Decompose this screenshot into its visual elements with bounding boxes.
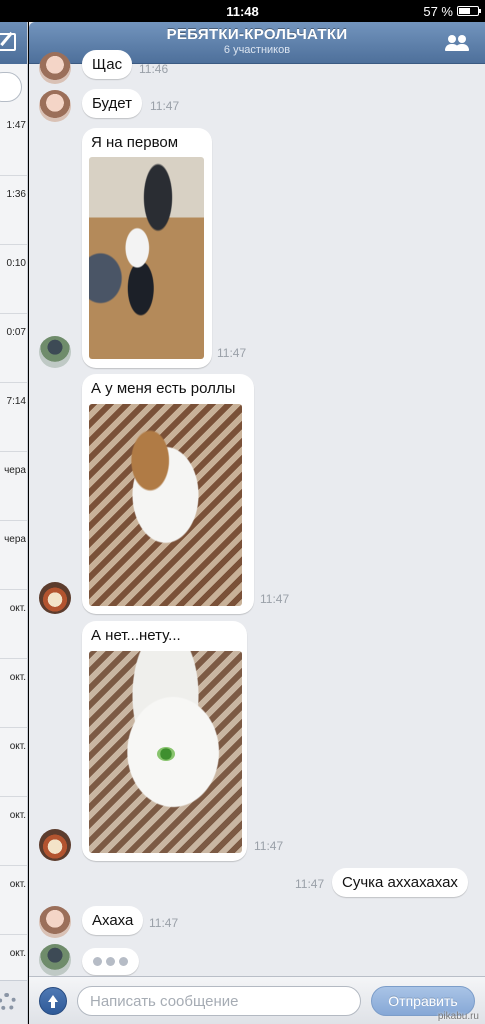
message-text: А у меня есть роллы bbox=[91, 380, 236, 397]
message-photo[interactable] bbox=[89, 404, 242, 606]
message-text: Щас bbox=[92, 56, 123, 73]
members-icon[interactable] bbox=[445, 34, 469, 52]
dialog-item[interactable]: окт. bbox=[0, 798, 27, 866]
dialog-item-time: 1:47 bbox=[6, 120, 26, 131]
dialog-item[interactable]: 1:36 bbox=[0, 177, 27, 245]
gear-icon[interactable] bbox=[0, 993, 16, 1011]
status-bar: 11:48 57 % bbox=[0, 0, 485, 22]
message-list: Щас 11:46 Будет 11:47 Я на первом 11:47 … bbox=[29, 50, 485, 976]
avatar[interactable] bbox=[39, 906, 71, 938]
dialogs-sidebar: 1:47 1:36 0:10 0:07 7:14 чера чера окт. … bbox=[0, 22, 28, 1024]
battery-icon bbox=[457, 6, 481, 16]
status-time: 11:48 bbox=[226, 4, 259, 19]
dialog-item[interactable]: 0:07 bbox=[0, 315, 27, 383]
dialog-item-time: окт. bbox=[9, 810, 26, 821]
message-time: 11:47 bbox=[217, 346, 247, 360]
message-bubble: Ахаха bbox=[82, 906, 144, 935]
avatar[interactable] bbox=[39, 336, 71, 368]
watermark: pikabu.ru bbox=[437, 1011, 479, 1022]
message-bubble: А у меня есть роллы bbox=[82, 374, 254, 614]
message-bubble-outgoing: Сучка аххахахах bbox=[332, 868, 468, 897]
message-time: 11:47 bbox=[150, 99, 180, 113]
dialog-item[interactable]: окт. bbox=[0, 591, 27, 659]
attach-button[interactable] bbox=[39, 987, 67, 1015]
sidebar-search-input[interactable] bbox=[0, 72, 22, 102]
dialog-item[interactable]: окт. bbox=[0, 867, 27, 935]
message-bubble: А нет...нету... bbox=[82, 621, 247, 861]
message-composer: Отправить bbox=[29, 976, 485, 1024]
message-input[interactable] bbox=[77, 986, 361, 1016]
dialog-item-time: чера bbox=[4, 465, 26, 476]
dialog-item[interactable]: 0:10 bbox=[0, 246, 27, 314]
dialog-item[interactable]: окт. bbox=[0, 660, 27, 728]
avatar[interactable] bbox=[39, 582, 71, 614]
message-time: 11:47 bbox=[295, 877, 325, 891]
message-text: Будет bbox=[92, 95, 132, 112]
avatar[interactable] bbox=[39, 829, 71, 861]
message-photo[interactable] bbox=[89, 651, 242, 853]
message-text: А нет...нету... bbox=[91, 627, 181, 644]
dialog-item-time: окт. bbox=[9, 603, 26, 614]
battery-percent: 57 % bbox=[423, 4, 453, 19]
message-time: 11:47 bbox=[260, 592, 290, 606]
dialog-item[interactable]: 7:14 bbox=[0, 384, 27, 452]
dialog-item[interactable]: чера bbox=[0, 453, 27, 521]
dialog-item[interactable]: 1:47 bbox=[0, 108, 27, 176]
message-bubble: Щас bbox=[82, 50, 133, 79]
message-bubble: Будет bbox=[82, 89, 142, 118]
dialog-item-time: 0:10 bbox=[6, 258, 26, 269]
sidebar-footer bbox=[0, 980, 27, 1024]
typing-indicator bbox=[82, 948, 139, 975]
compose-icon[interactable] bbox=[0, 33, 16, 51]
chat-pane: РЕБЯТКИ-КРОЛЬЧАТКИ 6 участников Щас 11:4… bbox=[29, 22, 485, 1024]
avatar[interactable] bbox=[39, 944, 71, 976]
message-time: 11:46 bbox=[139, 62, 169, 76]
dialog-item-time: 0:07 bbox=[6, 327, 26, 338]
message-text: Сучка аххахахах bbox=[342, 874, 458, 891]
message-time: 11:47 bbox=[254, 839, 284, 853]
dialog-item-time: окт. bbox=[9, 879, 26, 890]
sidebar-header bbox=[0, 22, 27, 64]
chat-title: РЕБЯТКИ-КРОЛЬЧАТКИ bbox=[166, 26, 348, 43]
message-time: 11:47 bbox=[149, 916, 179, 930]
dialog-item-time: 7:14 bbox=[6, 396, 26, 407]
dialog-item-time: окт. bbox=[9, 948, 26, 959]
dialog-item-time: окт. bbox=[9, 741, 26, 752]
message-text: Ахаха bbox=[92, 912, 134, 929]
dialog-item[interactable]: чера bbox=[0, 522, 27, 590]
dialog-item-time: 1:36 bbox=[6, 189, 26, 200]
dialog-item-time: окт. bbox=[9, 672, 26, 683]
dialog-item[interactable]: окт. bbox=[0, 729, 27, 797]
dialog-item-time: чера bbox=[4, 534, 26, 545]
message-text: Я на первом bbox=[91, 134, 179, 151]
avatar[interactable] bbox=[39, 90, 71, 122]
message-bubble: Я на первом bbox=[82, 128, 212, 368]
avatar[interactable] bbox=[39, 52, 71, 84]
peas-in-box bbox=[157, 747, 175, 761]
message-photo[interactable] bbox=[89, 157, 204, 359]
